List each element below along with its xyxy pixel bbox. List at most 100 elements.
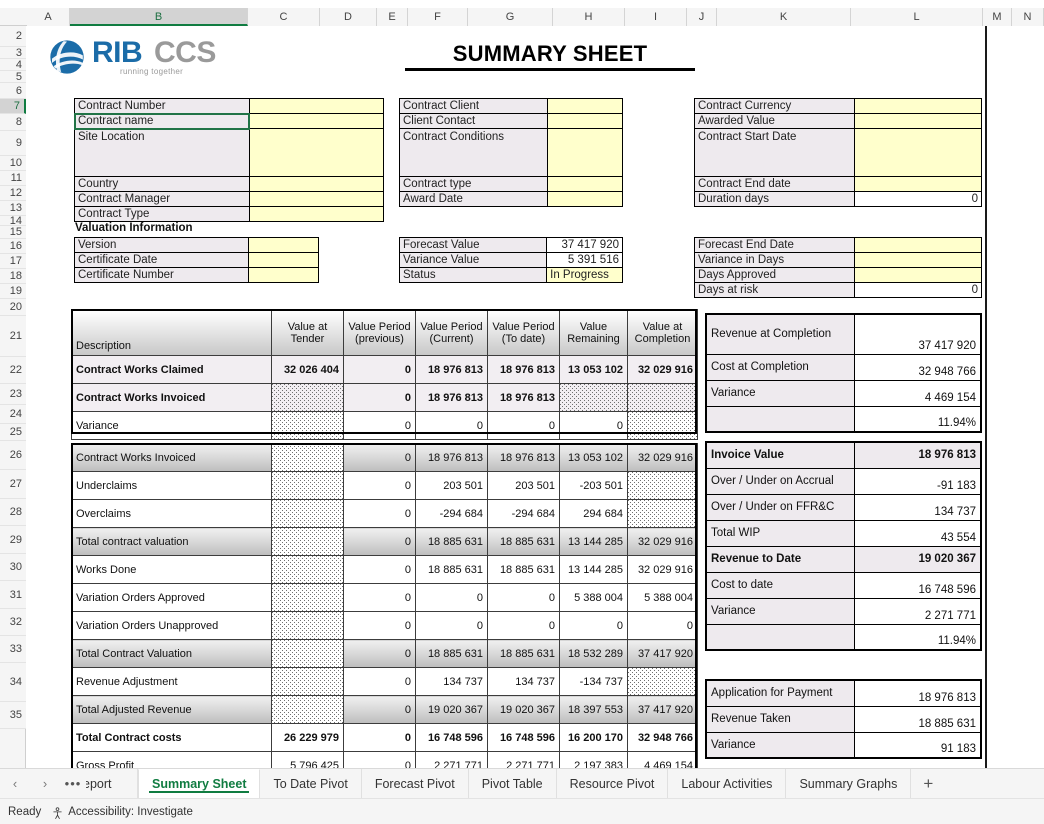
value-cell[interactable]: 13 144 285	[559, 527, 628, 556]
row-header-4[interactable]: 4	[0, 59, 26, 71]
table-row[interactable]: Underclaims 0 203 501 203 501 -203 501	[71, 471, 698, 500]
column-header-i[interactable]: I	[625, 8, 687, 26]
value-cell[interactable]: 18 885 631	[487, 639, 560, 668]
table-row[interactable]: Variance 0 0 0 0	[71, 411, 698, 440]
value-cell[interactable]: 0	[627, 611, 698, 640]
value-cell[interactable]: 0	[343, 527, 416, 556]
panel-row-value[interactable]: 18 885 631	[853, 705, 982, 733]
field-value[interactable]	[248, 252, 319, 268]
value-cell[interactable]: 0	[487, 583, 560, 612]
value-cell[interactable]: 18 976 813	[415, 383, 488, 412]
value-cell[interactable]: 0	[415, 411, 488, 440]
value-cell[interactable]: 19 020 367	[415, 695, 488, 724]
row-header-15[interactable]: 15	[0, 226, 26, 239]
sheet-tab-summary-graphs[interactable]: Summary Graphs	[786, 769, 912, 798]
field-value[interactable]: 0	[853, 282, 983, 298]
column-header-n[interactable]: N	[1012, 8, 1044, 26]
row-header-18[interactable]: 18	[0, 269, 26, 284]
table-row[interactable]: Total Contract costs 26 229 979 0 16 748 59…	[71, 723, 698, 752]
value-cell[interactable]: 13 053 102	[559, 355, 628, 384]
row-header-19[interactable]: 19	[0, 284, 26, 299]
value-cell[interactable]: 18 976 813	[487, 355, 560, 384]
value-cell[interactable]: 18 885 631	[415, 527, 488, 556]
value-cell[interactable]: 32 029 916	[627, 555, 698, 584]
panel-row-value[interactable]: 43 554	[853, 519, 982, 547]
panel-row-value[interactable]: 18 976 813	[853, 441, 982, 469]
table-row[interactable]: Application for Payment 18 976 813	[705, 679, 982, 707]
table-row[interactable]: Total Contract Valuation 0 18 885 631 18 88…	[71, 639, 698, 668]
table-row[interactable]: Cost at Completion 32 948 766	[705, 353, 982, 381]
table-row[interactable]: Contract type	[399, 176, 624, 192]
prev-sheet-button[interactable]: ‹	[0, 769, 30, 798]
value-cell[interactable]: 18 885 631	[415, 639, 488, 668]
row-header-35[interactable]: 35	[0, 702, 26, 729]
next-sheet-button[interactable]: ›	[30, 769, 60, 798]
field-value[interactable]	[248, 176, 385, 192]
field-value[interactable]	[546, 128, 624, 177]
table-row[interactable]: Award Date	[399, 191, 624, 207]
panel-row-value[interactable]: 2 271 771	[853, 597, 982, 625]
row-header-20[interactable]: 20	[0, 299, 26, 316]
field-value[interactable]	[853, 237, 983, 253]
row-header-23[interactable]: 23	[0, 384, 26, 405]
table-row[interactable]: Overclaims 0 -294 684 -294 684 294 684	[71, 499, 698, 528]
table-row[interactable]: Contract Works Invoiced 0 18 976 813 18 976…	[71, 443, 698, 472]
table-row[interactable]: Days at risk 0	[694, 282, 983, 298]
table-row[interactable]: Contract Currency	[694, 98, 983, 114]
table-row[interactable]: Works Done 0 18 885 631 18 885 631 13 144 28…	[71, 555, 698, 584]
value-cell[interactable]: 16 748 596	[415, 723, 488, 752]
value-cell[interactable]: 203 501	[415, 471, 488, 500]
row-header-8[interactable]: 8	[0, 114, 26, 131]
row-header-6[interactable]: 6	[0, 83, 26, 99]
value-cell[interactable]: 0	[343, 555, 416, 584]
row-header-25[interactable]: 25	[0, 424, 26, 441]
field-value[interactable]	[546, 191, 624, 207]
field-value[interactable]	[546, 98, 624, 114]
sheet-tab-labour-activities[interactable]: Labour Activities	[668, 769, 787, 798]
value-cell[interactable]: 19 020 367	[487, 695, 560, 724]
value-cell[interactable]: 0	[487, 411, 560, 440]
value-cell[interactable]: 18 885 631	[415, 555, 488, 584]
value-cell[interactable]: -294 684	[415, 499, 488, 528]
column-header-g[interactable]: G	[468, 8, 553, 26]
panel-row-value[interactable]: 19 020 367	[853, 545, 982, 573]
value-cell[interactable]: 18 976 813	[415, 355, 488, 384]
value-cell[interactable]: 0	[343, 471, 416, 500]
field-value[interactable]: 37 417 920	[546, 237, 623, 253]
row-header-29[interactable]: 29	[0, 526, 26, 554]
value-cell[interactable]: 0	[559, 611, 628, 640]
value-cell[interactable]: 32 029 916	[627, 355, 698, 384]
table-row[interactable]: Country	[74, 176, 385, 192]
row-header-31[interactable]: 31	[0, 581, 26, 609]
row-header-24[interactable]: 24	[0, 405, 26, 424]
column-header-h[interactable]: H	[553, 8, 625, 26]
value-cell[interactable]: 0	[343, 639, 416, 668]
value-cell[interactable]: 0	[343, 723, 416, 752]
table-row[interactable]: Cost to date 16 748 596	[705, 571, 982, 599]
table-row[interactable]: Over / Under on Accrual -91 183	[705, 467, 982, 495]
row-header-17[interactable]: 17	[0, 254, 26, 269]
value-cell[interactable]: 16 748 596	[487, 723, 560, 752]
value-cell[interactable]: 37 417 920	[627, 639, 698, 668]
panel-row-value[interactable]: 32 948 766	[853, 353, 982, 381]
field-value[interactable]	[853, 98, 983, 114]
field-value[interactable]	[248, 191, 385, 207]
sheet-overflow-icon[interactable]: •••	[60, 769, 86, 798]
value-cell[interactable]: 18 885 631	[487, 527, 560, 556]
value-cell[interactable]: 18 397 553	[559, 695, 628, 724]
table-row[interactable]: Variance 4 469 154	[705, 379, 982, 407]
value-cell[interactable]: 0	[343, 411, 416, 440]
table-row[interactable]: Forecast Value 37 417 920	[398, 237, 623, 253]
value-cell[interactable]: -134 737	[559, 667, 628, 696]
field-value[interactable]	[853, 267, 983, 283]
table-row[interactable]: Revenue Adjustment 0 134 737 134 737 -134 73…	[71, 667, 698, 696]
panel-row-value[interactable]: 11.94%	[853, 623, 982, 651]
table-row[interactable]: Awarded Value	[694, 113, 983, 129]
table-row[interactable]: Forecast End Date	[694, 237, 983, 253]
value-cell[interactable]: 203 501	[487, 471, 560, 500]
field-value[interactable]	[546, 176, 624, 192]
value-cell[interactable]: 134 737	[487, 667, 560, 696]
table-row[interactable]: Variance Value 5 391 516	[398, 252, 623, 268]
value-cell[interactable]: 0	[343, 583, 416, 612]
value-cell[interactable]: 0	[487, 611, 560, 640]
